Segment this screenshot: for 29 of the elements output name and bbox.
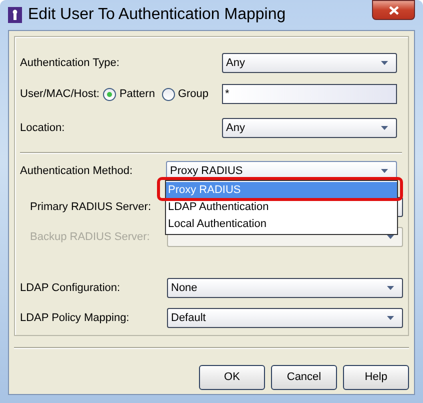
field-label: User/MAC/Host:	[20, 86, 100, 102]
dialog-button[interactable]: Help	[343, 365, 409, 390]
dropdown[interactable]: Any	[222, 53, 397, 73]
window-title: Edit User To Authentication Mapping	[28, 5, 286, 25]
caret-icon	[381, 126, 388, 130]
caret-icon	[381, 169, 388, 173]
caret-icon	[381, 61, 388, 65]
radio-button[interactable]: Pattern	[103, 86, 155, 102]
radio-button[interactable]: Group	[162, 86, 209, 102]
caret-icon	[387, 286, 394, 290]
field-label: Primary RADIUS Server:	[29, 200, 152, 215]
dropdown-option[interactable]: Local Authentication	[166, 216, 397, 233]
dropdown[interactable]: None	[167, 278, 403, 298]
caret-icon	[387, 316, 394, 320]
field-label: LDAP Policy Mapping:	[20, 310, 130, 326]
dropdown-option[interactable]: LDAP Authentication	[166, 199, 397, 216]
dialog-button[interactable]: OK	[199, 365, 265, 390]
field-label: Authentication Type:	[20, 56, 120, 71]
field-label: LDAP Configuration:	[20, 280, 120, 296]
field-label: Location:	[20, 120, 65, 136]
lock-icon	[8, 7, 22, 23]
dropdown[interactable]: Any	[222, 118, 397, 138]
dialog-button[interactable]: Cancel	[271, 365, 337, 390]
field-label: Backup RADIUS Server:	[29, 230, 150, 245]
input-field[interactable]: *	[222, 84, 397, 104]
close-icon	[388, 6, 398, 14]
field-label: Authentication Method:	[20, 164, 133, 179]
close-button[interactable]	[372, 0, 415, 20]
dropdown[interactable]: Default	[167, 308, 403, 328]
